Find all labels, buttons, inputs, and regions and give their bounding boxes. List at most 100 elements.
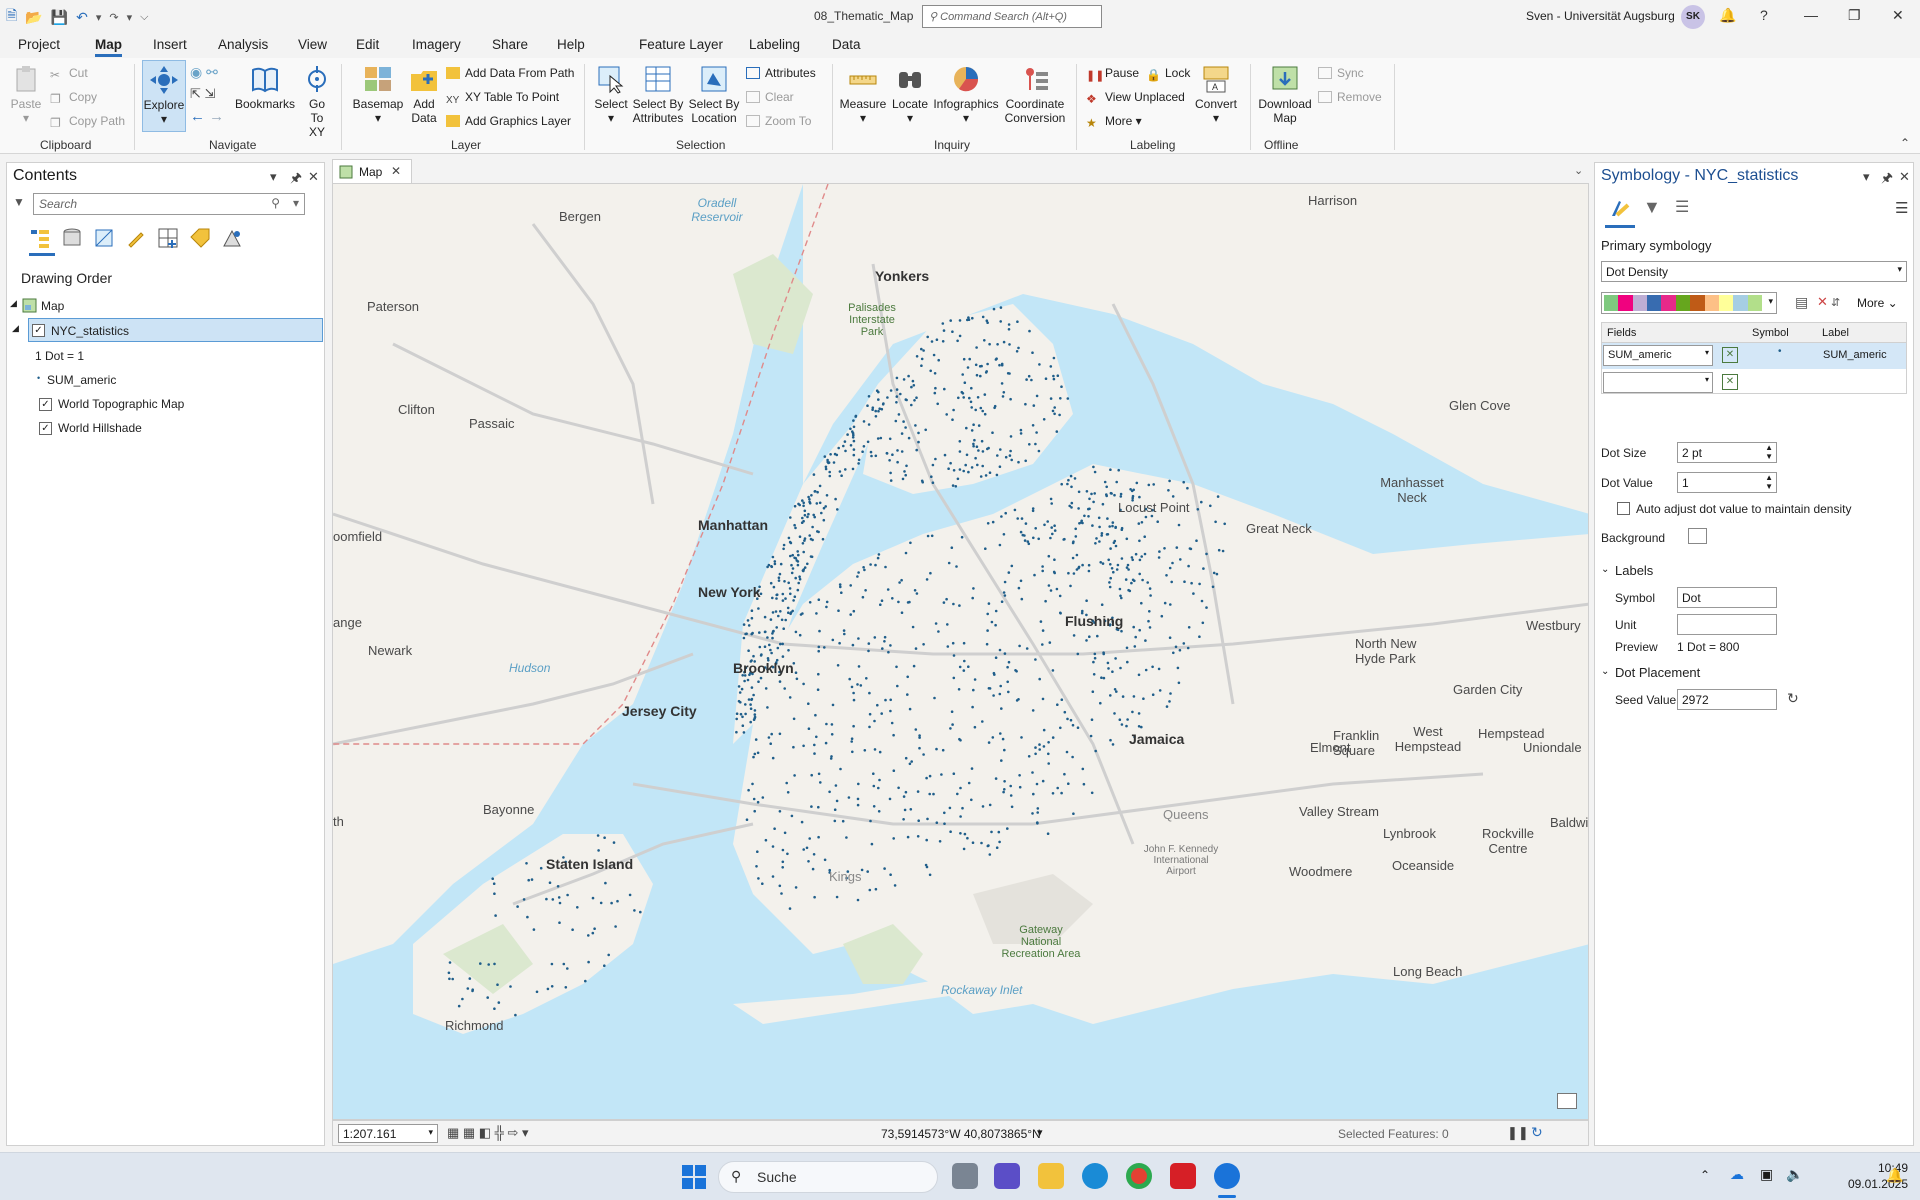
network-icon[interactable]: ▣: [1760, 1166, 1773, 1183]
volume-icon[interactable]: 🔈: [1786, 1166, 1803, 1183]
scale-dropdown[interactable]: 1:207.161 ▾: [338, 1124, 438, 1143]
spinner-icon[interactable]: ▲ ▼: [1765, 443, 1773, 461]
map-views-dropdown-icon[interactable]: ⌄: [1574, 164, 1583, 177]
expression-icon[interactable]: ✕: [1722, 374, 1738, 390]
lock-labels-button[interactable]: 🔒 Lock: [1146, 66, 1190, 82]
new-project-icon[interactable]: 🗎: [6, 5, 17, 29]
pause-drawing-icon[interactable]: ❚❚: [1507, 1125, 1529, 1141]
search-icon[interactable]: ⚲: [271, 196, 280, 210]
view-unplaced-button[interactable]: ❖ View Unplaced: [1086, 90, 1185, 106]
task-view-icon[interactable]: [952, 1163, 978, 1189]
tab-edit[interactable]: Edit: [356, 37, 379, 52]
restore-icon[interactable]: ❐: [1848, 7, 1861, 24]
next-extent-icon[interactable]: →: [209, 108, 224, 125]
background-color-swatch[interactable]: [1688, 528, 1707, 544]
more-dropdown[interactable]: More ⌄: [1857, 296, 1898, 310]
map-view[interactable]: Manhattan New York Brooklyn Jersey City …: [332, 183, 1589, 1120]
tab-imagery[interactable]: Imagery: [412, 37, 461, 52]
xy-table-to-point-button[interactable]: XY XY Table To Point: [446, 90, 559, 107]
sort-icon[interactable]: ⇵: [1831, 296, 1840, 309]
pin-icon[interactable]: 🖈: [290, 169, 302, 191]
close-window-icon[interactable]: ✕: [1892, 7, 1904, 24]
add-data-from-path-button[interactable]: Add Data From Path: [446, 66, 574, 80]
fixed-zoom-icon[interactable]: ⇱ ⇲: [190, 86, 215, 102]
field-label[interactable]: SUM_americ: [1823, 349, 1887, 361]
onedrive-icon[interactable]: ☁: [1730, 1166, 1744, 1183]
notifications-icon[interactable]: 🔔: [1719, 7, 1736, 24]
collapse-labels-icon[interactable]: ⌄: [1601, 564, 1609, 575]
remove-offline-button[interactable]: Remove: [1318, 90, 1382, 104]
pane-options-icon[interactable]: ▾: [270, 169, 277, 185]
search-options-icon[interactable]: ▾: [293, 196, 299, 210]
copy-path-button[interactable]: ❐ Copy Path: [50, 114, 125, 130]
layer-world-hillshade[interactable]: ✓ World Hillshade: [31, 417, 281, 439]
sync-button[interactable]: Sync: [1318, 66, 1364, 80]
field-select[interactable]: SUM_americ ▾: [1603, 345, 1713, 366]
labeling-more-button[interactable]: ★ More ▾: [1086, 114, 1142, 130]
notification-bell-icon[interactable]: 🔔: [1886, 1167, 1903, 1184]
locate-button[interactable]: Locate ▾: [890, 64, 930, 125]
coordinate-conversion-button[interactable]: Coordinate Conversion: [1000, 64, 1070, 125]
convert-button[interactable]: A Convert ▾: [1192, 64, 1240, 125]
copy-button[interactable]: ❐ Copy: [50, 90, 97, 106]
customize-qat-icon[interactable]: ⌵: [140, 11, 148, 24]
tab-share[interactable]: Share: [492, 37, 528, 52]
list-by-drawing-order-icon[interactable]: [29, 227, 51, 249]
layer-visibility-checkbox[interactable]: ✓: [32, 324, 45, 337]
tab-labeling[interactable]: Labeling: [749, 37, 800, 52]
auto-adjust-checkbox[interactable]: [1617, 502, 1630, 515]
symbology-method-dropdown[interactable]: Dot Density ▾: [1601, 261, 1907, 282]
download-map-button[interactable]: Download Map: [1254, 64, 1316, 125]
edge-icon[interactable]: [1082, 1163, 1108, 1189]
collapse-layer-icon[interactable]: ◢: [12, 323, 19, 334]
select-by-location-button[interactable]: Select By Location: [688, 64, 740, 125]
primary-symbology-tab-icon[interactable]: [1609, 197, 1631, 219]
clear-selection-button[interactable]: Clear: [746, 90, 794, 104]
start-icon[interactable]: [682, 1165, 706, 1189]
redo-icon[interactable]: ↷: [109, 11, 118, 24]
list-by-selection-icon[interactable]: [93, 227, 115, 249]
pin-icon[interactable]: 🖈: [1881, 169, 1893, 191]
list-by-editing-icon[interactable]: [125, 227, 147, 249]
undo-icon[interactable]: ↶: [76, 9, 88, 26]
map-view-tab[interactable]: Map ✕: [332, 159, 412, 183]
color-scheme-dropdown[interactable]: ▾: [1601, 292, 1777, 314]
zoom-to-selection-button[interactable]: Zoom To: [746, 114, 811, 128]
refresh-icon[interactable]: ↻: [1531, 1124, 1543, 1141]
add-graphics-layer-button[interactable]: Add Graphics Layer: [446, 114, 571, 128]
symbol-layer-drawing-tab-icon[interactable]: ☰: [1675, 197, 1689, 217]
select-by-attributes-button[interactable]: Select By Attributes: [632, 64, 684, 125]
collapse-map-icon[interactable]: ◢: [10, 298, 17, 309]
cut-button[interactable]: ✂ Cut: [50, 66, 88, 82]
table-row[interactable]: ▾ ✕: [1602, 371, 1906, 395]
tab-analysis[interactable]: Analysis: [218, 37, 268, 52]
close-pane-icon[interactable]: ✕: [1899, 169, 1910, 185]
remove-field-icon[interactable]: ✕: [1817, 294, 1828, 310]
dot-symbol-swatch[interactable]: •: [1778, 346, 1782, 357]
layer-visibility-checkbox[interactable]: ✓: [39, 398, 52, 411]
regenerate-seed-icon[interactable]: ↻: [1787, 690, 1799, 707]
infographics-button[interactable]: Infographics ▾: [932, 64, 1000, 125]
pane-options-icon[interactable]: ▾: [1863, 169, 1870, 185]
list-by-snapping-icon[interactable]: [157, 227, 179, 249]
acrobat-icon[interactable]: [1170, 1163, 1196, 1189]
user-name[interactable]: Sven - Universität Augsburg: [1526, 9, 1675, 23]
list-by-perspective-icon[interactable]: [221, 227, 243, 249]
spinner-icon[interactable]: ▲ ▼: [1765, 473, 1773, 491]
expression-icon[interactable]: ✕: [1722, 347, 1738, 363]
vary-symbology-tab-icon[interactable]: ▼: [1643, 197, 1661, 218]
add-data-button[interactable]: Add Data: [406, 64, 442, 125]
filter-icon[interactable]: ▼: [13, 195, 25, 209]
list-by-source-icon[interactable]: [61, 227, 83, 249]
measure-button[interactable]: Measure ▾: [838, 64, 888, 125]
redo-dropdown-icon[interactable]: ▾: [127, 11, 133, 24]
unit-input[interactable]: [1677, 614, 1777, 635]
arcgis-pro-icon[interactable]: [1214, 1163, 1240, 1189]
table-row[interactable]: SUM_americ ▾ ✕ • SUM_americ: [1602, 343, 1906, 369]
seed-value-input[interactable]: 2972: [1677, 689, 1777, 710]
full-extent-icon[interactable]: ◉ ⚯: [190, 64, 218, 81]
show-hidden-icons-icon[interactable]: ⌃: [1700, 1168, 1710, 1182]
taskbar-search[interactable]: ⚲ Suche: [718, 1161, 938, 1193]
minimize-icon[interactable]: —: [1804, 7, 1818, 23]
command-search-input[interactable]: ⚲ Command Search (Alt+Q): [922, 5, 1102, 28]
